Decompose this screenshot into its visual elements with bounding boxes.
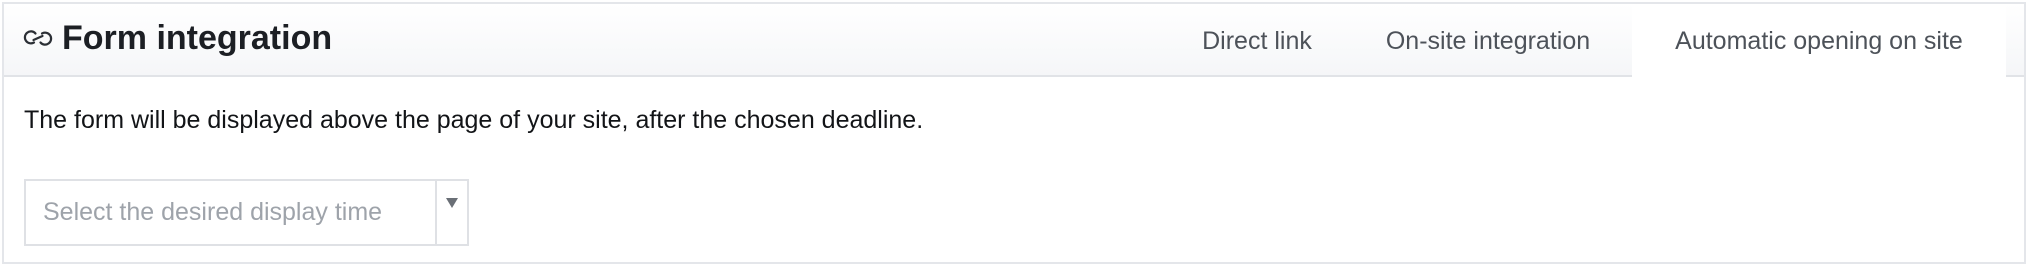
tab-automatic-opening-on-site[interactable]: Automatic opening on site [1632,4,2006,79]
link-icon [23,30,53,46]
title-group: Form integration [23,18,332,58]
select-placeholder: Select the desired display time [43,198,383,226]
caret-down-icon[interactable] [437,181,467,225]
tab-direct-link[interactable]: Direct link [1170,4,1344,79]
form-integration-panel: Form integration Direct link On-site int… [2,2,2026,264]
display-time-select[interactable]: Select the desired display time [24,179,469,246]
tab-on-site-integration[interactable]: On-site integration [1344,4,1632,79]
panel-header: Form integration Direct link On-site int… [4,4,2024,79]
page-title: Form integration [62,19,333,57]
description-text: The form will be displayed above the pag… [24,106,924,134]
